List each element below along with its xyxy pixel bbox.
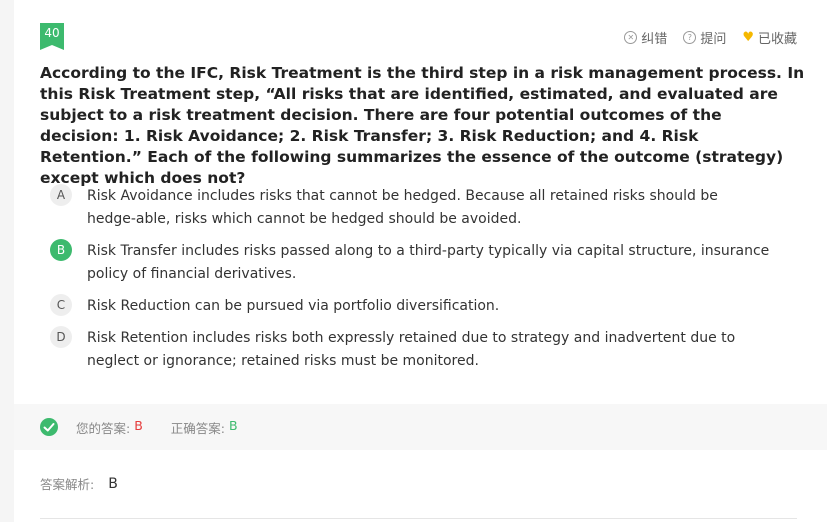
correct-answer-label: 正确答案: xyxy=(170,421,226,436)
report-error-label: 纠错 xyxy=(641,32,668,47)
correct-answer-value: B xyxy=(229,418,238,433)
option-d[interactable]: D Risk Retention includes risks both exp… xyxy=(50,326,770,372)
option-c[interactable]: C Risk Reduction can be pursued via port… xyxy=(50,294,770,318)
question-toolbar: ✕ 纠错 ? 提问 ♥ 已收藏 xyxy=(624,28,797,47)
question-text: According to the IFC, Risk Treatment is … xyxy=(40,64,805,187)
option-b[interactable]: B Risk Transfer includes risks passed al… xyxy=(50,239,770,285)
answer-summary: 您的答案: B 正确答案: B xyxy=(76,418,238,437)
your-answer-label: 您的答案: xyxy=(76,421,131,436)
option-text: Risk Reduction can be pursued via portfo… xyxy=(87,298,500,314)
question-number: 40 xyxy=(40,23,64,45)
option-text: Risk Avoidance includes risks that canno… xyxy=(87,188,718,227)
question-circle-icon: ? xyxy=(683,31,697,44)
badge-notch-icon xyxy=(40,45,64,50)
option-text: Risk Retention includes risks both expre… xyxy=(87,330,736,369)
analysis-label: 答案解析: xyxy=(40,477,95,492)
option-letter: D xyxy=(50,326,72,348)
report-error-button[interactable]: ✕ 纠错 xyxy=(624,28,667,47)
favorite-button[interactable]: ♥ 已收藏 xyxy=(742,28,797,47)
your-answer-value: B xyxy=(134,418,143,433)
answer-result-bar: 您的答案: B 正确答案: B xyxy=(14,404,827,450)
option-letter: C xyxy=(50,294,72,316)
option-letter-selected: B xyxy=(50,239,72,261)
option-letter: A xyxy=(50,184,72,206)
divider xyxy=(40,518,797,519)
close-circle-icon: ✕ xyxy=(624,31,638,44)
favorite-label: 已收藏 xyxy=(757,32,797,47)
question-number-badge: 40 xyxy=(40,23,64,50)
option-a[interactable]: A Risk Avoidance includes risks that can… xyxy=(50,184,770,230)
ask-question-label: 提问 xyxy=(700,32,727,47)
answer-analysis: 答案解析: B xyxy=(40,474,118,493)
ask-question-button[interactable]: ? 提问 xyxy=(683,28,726,47)
question-card: 40 ✕ 纠错 ? 提问 ♥ 已收藏 According to the IFC,… xyxy=(14,0,827,522)
check-circle-icon xyxy=(40,418,58,436)
analysis-value: B xyxy=(108,475,118,492)
option-text: Risk Transfer includes risks passed alon… xyxy=(87,243,770,282)
heart-icon: ♥ xyxy=(742,30,754,45)
